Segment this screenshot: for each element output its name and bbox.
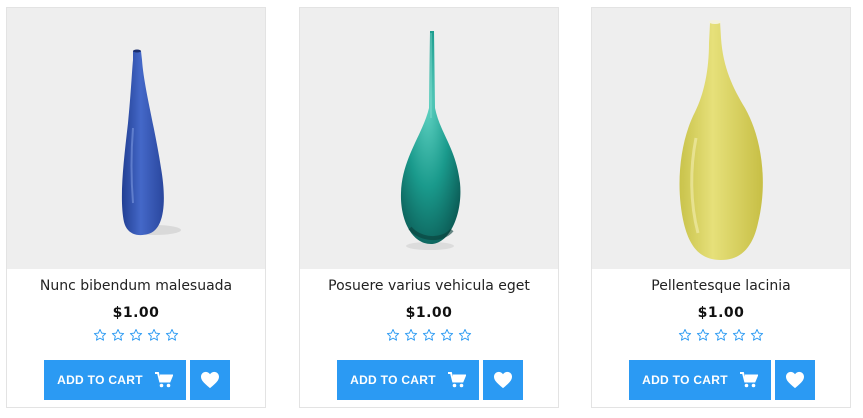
add-to-cart-button[interactable]: ADD TO CART [629, 360, 771, 400]
cart-icon [447, 372, 466, 388]
product-price: $1.00 [112, 305, 160, 321]
product-image[interactable] [592, 8, 850, 269]
star-empty-icon [440, 328, 454, 342]
rating-stars [592, 328, 850, 342]
wishlist-button[interactable] [775, 360, 815, 400]
star-empty-icon [458, 328, 472, 342]
product-image[interactable] [7, 8, 265, 269]
star-empty-icon [696, 328, 710, 342]
yellow-vase-image [679, 20, 763, 260]
product-grid: Nunc bibendum malesuada $1.00 ADD TO CAR… [0, 0, 863, 418]
wishlist-button[interactable] [483, 360, 523, 400]
star-empty-icon [129, 328, 143, 342]
star-empty-icon [714, 328, 728, 342]
heart-icon [493, 371, 513, 389]
product-image[interactable] [300, 8, 558, 269]
product-price: $1.00 [405, 305, 453, 321]
star-empty-icon [422, 328, 436, 342]
star-empty-icon [111, 328, 125, 342]
cart-icon [739, 372, 758, 388]
rating-stars [7, 328, 265, 342]
product-card: Pellentesque lacinia $1.00 ADD TO CART [591, 7, 851, 408]
wishlist-button[interactable] [190, 360, 230, 400]
star-empty-icon [678, 328, 692, 342]
add-to-cart-label: ADD TO CART [57, 373, 143, 387]
heart-icon [200, 371, 220, 389]
blue-vase-image [121, 49, 181, 236]
add-to-cart-button[interactable]: ADD TO CART [44, 360, 186, 400]
rating-stars [300, 328, 558, 342]
star-empty-icon [93, 328, 107, 342]
product-card: Nunc bibendum malesuada $1.00 ADD TO CAR… [6, 7, 266, 408]
star-empty-icon [404, 328, 418, 342]
star-empty-icon [750, 328, 764, 342]
teal-vase-image [400, 31, 461, 250]
product-card: Posuere varius vehicula eget $1.00 ADD T… [299, 7, 559, 408]
add-to-cart-button[interactable]: ADD TO CART [337, 360, 479, 400]
add-to-cart-label: ADD TO CART [642, 373, 728, 387]
cart-icon [154, 372, 173, 388]
star-empty-icon [386, 328, 400, 342]
product-title[interactable]: Nunc bibendum malesuada [7, 278, 265, 294]
heart-icon [785, 371, 805, 389]
product-price: $1.00 [697, 305, 745, 321]
product-title[interactable]: Pellentesque lacinia [592, 278, 850, 294]
star-empty-icon [147, 328, 161, 342]
product-title[interactable]: Posuere varius vehicula eget [300, 278, 558, 294]
add-to-cart-label: ADD TO CART [350, 373, 436, 387]
star-empty-icon [165, 328, 179, 342]
star-empty-icon [732, 328, 746, 342]
